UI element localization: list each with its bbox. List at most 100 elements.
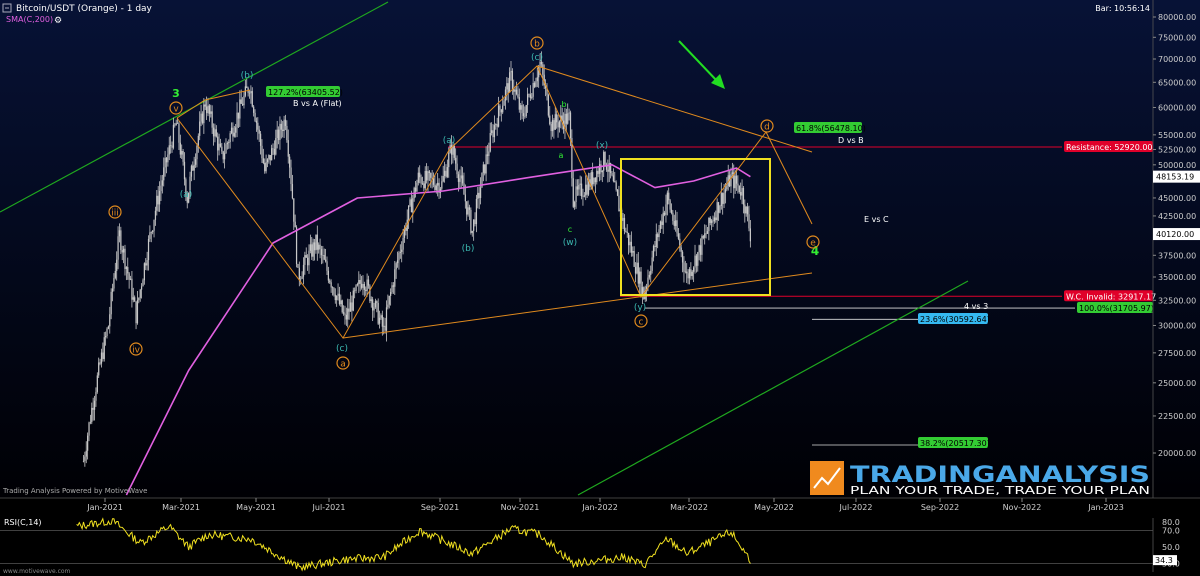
price-candle-body <box>616 189 619 196</box>
price-candle-body <box>672 212 674 221</box>
time-tick-label: Nov-2021 <box>501 503 540 512</box>
price-candle-body <box>482 164 484 173</box>
price-candle-body <box>419 172 421 178</box>
price-candle-body <box>525 105 527 117</box>
price-candle-body <box>143 263 145 281</box>
price-candle-body <box>329 280 331 283</box>
price-candle-body <box>578 184 580 190</box>
price-candle-body <box>521 105 523 114</box>
price-candle-body <box>164 157 166 168</box>
price-candle-body <box>510 70 512 73</box>
price-candle-body <box>85 450 87 457</box>
d-vs-b-label: D vs B <box>838 136 864 145</box>
price-candle-body <box>360 283 363 288</box>
micro-b-label: b <box>561 100 566 109</box>
price-candle-body <box>592 172 594 185</box>
price-candle-body <box>271 148 273 161</box>
price-candle-body <box>702 236 704 238</box>
price-candle-body <box>136 300 139 324</box>
indicator-gear-icon[interactable]: ⚙ <box>54 16 62 26</box>
main-pane-background <box>0 0 1200 498</box>
price-candle-body <box>197 135 199 146</box>
price-candle-body <box>221 146 223 152</box>
price-candle-body <box>502 105 504 113</box>
price-candle-body <box>576 186 579 190</box>
price-tick-label: 32500.00 <box>1158 296 1196 305</box>
price-candle-body <box>568 112 570 114</box>
price-candle-body <box>420 177 422 184</box>
price-candle-body <box>666 192 668 205</box>
price-candle-body <box>484 164 486 174</box>
price-candle-body <box>178 123 180 143</box>
price-candle-body <box>100 352 103 364</box>
price-candle-body <box>128 273 130 280</box>
price-candle-body <box>96 375 98 392</box>
price-candle-body <box>284 119 287 126</box>
price-candle-body <box>497 105 500 127</box>
price-candle-body <box>113 277 115 289</box>
footer-credit: Trading Analysis Powered by MotiveWave <box>2 487 147 495</box>
price-candle-body <box>435 185 437 190</box>
price-candle-body <box>698 245 700 253</box>
price-candle-body <box>408 205 410 220</box>
price-candle-body <box>156 195 158 211</box>
price-candle-body <box>630 241 633 253</box>
price-candle-body <box>105 336 107 338</box>
price-candle-body <box>414 187 417 192</box>
price-candle-body <box>318 244 320 250</box>
footer-url[interactable]: www.motivewave.com <box>3 568 71 575</box>
price-candle-body <box>737 183 739 186</box>
price-candle-body <box>298 267 300 280</box>
price-candle-body <box>330 282 332 288</box>
price-candle-body <box>715 217 717 221</box>
price-candle-body <box>269 155 271 161</box>
time-tick-label: Jul-2022 <box>839 503 873 512</box>
price-candle-body <box>550 124 552 132</box>
price-candle-body <box>597 170 599 174</box>
price-candle-body <box>366 279 368 291</box>
price-candle-body <box>719 205 721 213</box>
price-candle-body <box>569 112 572 138</box>
price-candle-body <box>448 152 450 168</box>
fib-382-pill: 38.2%(20517.30) <box>920 439 990 448</box>
price-candle-body <box>190 165 193 177</box>
price-candle-body <box>586 184 588 195</box>
price-tick-label: 60000.00 <box>1158 103 1196 112</box>
chart-area[interactable]: 34viiiivabcde(b)(a)(c)(a)(b)(c)(w)(x)(y)… <box>0 0 1200 576</box>
price-candle-body <box>315 234 317 251</box>
brand-tagline: PLAN YOUR TRADE, TRADE YOUR PLAN <box>850 484 1150 497</box>
price-candle-body <box>351 302 353 311</box>
price-candle-body <box>503 100 505 106</box>
price-candle-body <box>547 94 549 116</box>
price-candle-body <box>158 191 161 205</box>
price-candle-body <box>443 170 446 176</box>
price-candle-body <box>485 154 487 174</box>
wave-3-label: 3 <box>172 87 180 100</box>
price-candle-body <box>134 297 136 302</box>
price-candle-body <box>347 308 349 320</box>
price-candle-body <box>294 221 296 228</box>
price-candle-body <box>556 114 558 123</box>
wave-iv-label: iv <box>132 346 141 356</box>
price-candle-body <box>513 89 515 92</box>
price-candle-body <box>334 294 336 301</box>
price-candle-body <box>658 229 660 238</box>
price-candle-body <box>316 234 318 250</box>
price-candle-body <box>641 287 644 295</box>
price-candle-body <box>654 245 656 247</box>
price-candle-body <box>705 233 707 235</box>
price-candle-body <box>301 276 303 279</box>
price-candle-body <box>394 269 396 287</box>
price-candle-body <box>323 255 325 260</box>
price-candle-body <box>279 123 281 141</box>
price-candle-body <box>262 158 264 164</box>
price-candle-body <box>273 148 276 155</box>
price-candle-body <box>604 151 606 165</box>
price-candle-body <box>474 219 476 225</box>
subwave-b2-label: (b) <box>462 244 475 254</box>
price-candle-body <box>412 198 414 213</box>
price-candle-body <box>598 164 601 174</box>
price-candle-body <box>457 174 460 182</box>
price-candle-body <box>720 193 722 206</box>
price-candle-body <box>701 236 703 255</box>
